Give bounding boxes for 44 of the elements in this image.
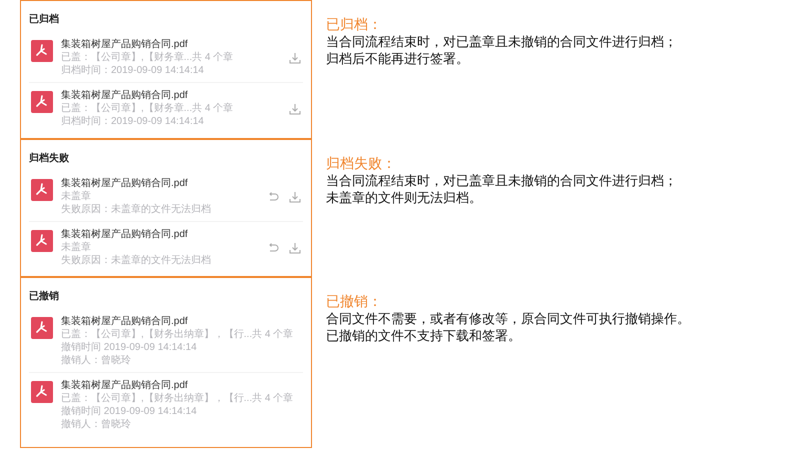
download-icon[interactable] bbox=[289, 52, 301, 64]
file-meta: 已盖：【公司章】,【财务出纳章】，【行...共 4 个章 bbox=[61, 393, 294, 405]
file-meta: 撤销时间 2019-09-09 14:14:14 bbox=[61, 406, 198, 418]
file-meta: 已盖：【公司章】,【财务章...共 4 个章 bbox=[61, 103, 234, 115]
file-meta: 失败原因：未盖章的文件无法归档 bbox=[61, 204, 212, 216]
file-meta: 撤销时间 2019-09-09 14:14:14 bbox=[61, 342, 198, 354]
note-text: 归档后不能再进行签署。 bbox=[326, 50, 470, 67]
pdf-file-icon bbox=[31, 381, 53, 403]
pdf-file-icon bbox=[31, 91, 53, 113]
file-meta: 已盖：【公司章】,【财务章...共 4 个章 bbox=[61, 52, 234, 64]
pdf-file-icon bbox=[31, 317, 53, 339]
file-meta: 失败原因：未盖章的文件无法归档 bbox=[61, 255, 212, 267]
pdf-file-icon bbox=[31, 40, 53, 62]
pdf-file-icon bbox=[31, 230, 53, 252]
file-name[interactable]: 集装箱树屋产品购销合同.pdf bbox=[61, 177, 259, 190]
file-name[interactable]: 集装箱树屋产品购销合同.pdf bbox=[61, 228, 259, 241]
note-heading: 已归档： bbox=[326, 16, 383, 33]
note-text: 合同文件不需要，或者有修改等，原合同文件可执行撤销操作。 bbox=[326, 310, 691, 327]
section-title: 归档失败 bbox=[29, 152, 70, 165]
note-heading: 已撤销： bbox=[326, 293, 383, 310]
file-meta: 归档时间：2019-09-09 14:14:14 bbox=[61, 65, 205, 77]
file-name[interactable]: 集装箱树屋产品购销合同.pdf bbox=[61, 379, 301, 392]
file-meta: 未盖章 bbox=[61, 242, 92, 254]
download-icon[interactable] bbox=[289, 102, 301, 114]
file-meta: 未盖章 bbox=[61, 191, 92, 203]
note-text: 已撤销的文件不支持下载和签署。 bbox=[326, 327, 522, 344]
undo-icon[interactable] bbox=[267, 242, 279, 254]
download-icon[interactable] bbox=[289, 190, 301, 202]
pdf-file-icon bbox=[31, 179, 53, 201]
section-title: 已归档 bbox=[29, 12, 60, 26]
note-heading: 归档失败： bbox=[326, 155, 397, 172]
file-name[interactable]: 集装箱树屋产品购销合同.pdf bbox=[61, 38, 281, 51]
file-meta: 归档时间：2019-09-09 14:14:14 bbox=[61, 116, 205, 128]
note-text: 未盖章的文件则无法归档。 bbox=[326, 189, 483, 206]
note-text: 当合同流程结束时，对已盖章且未撤销的合同文件进行归档； bbox=[326, 33, 678, 50]
note-text: 当合同流程结束时，对已盖章且未撤销的合同文件进行归档； bbox=[326, 172, 678, 189]
download-icon[interactable] bbox=[289, 242, 301, 254]
file-meta: 撤销人：曾晓玲 bbox=[61, 419, 132, 431]
file-name[interactable]: 集装箱树屋产品购销合同.pdf bbox=[61, 89, 281, 102]
section-title: 已撤销 bbox=[29, 290, 60, 303]
file-name[interactable]: 集装箱树屋产品购销合同.pdf bbox=[61, 315, 301, 328]
undo-icon[interactable] bbox=[267, 190, 279, 202]
file-meta: 已盖：【公司章】,【财务出纳章】，【行...共 4 个章 bbox=[61, 329, 294, 341]
file-meta: 撤销人：曾晓玲 bbox=[61, 355, 132, 367]
